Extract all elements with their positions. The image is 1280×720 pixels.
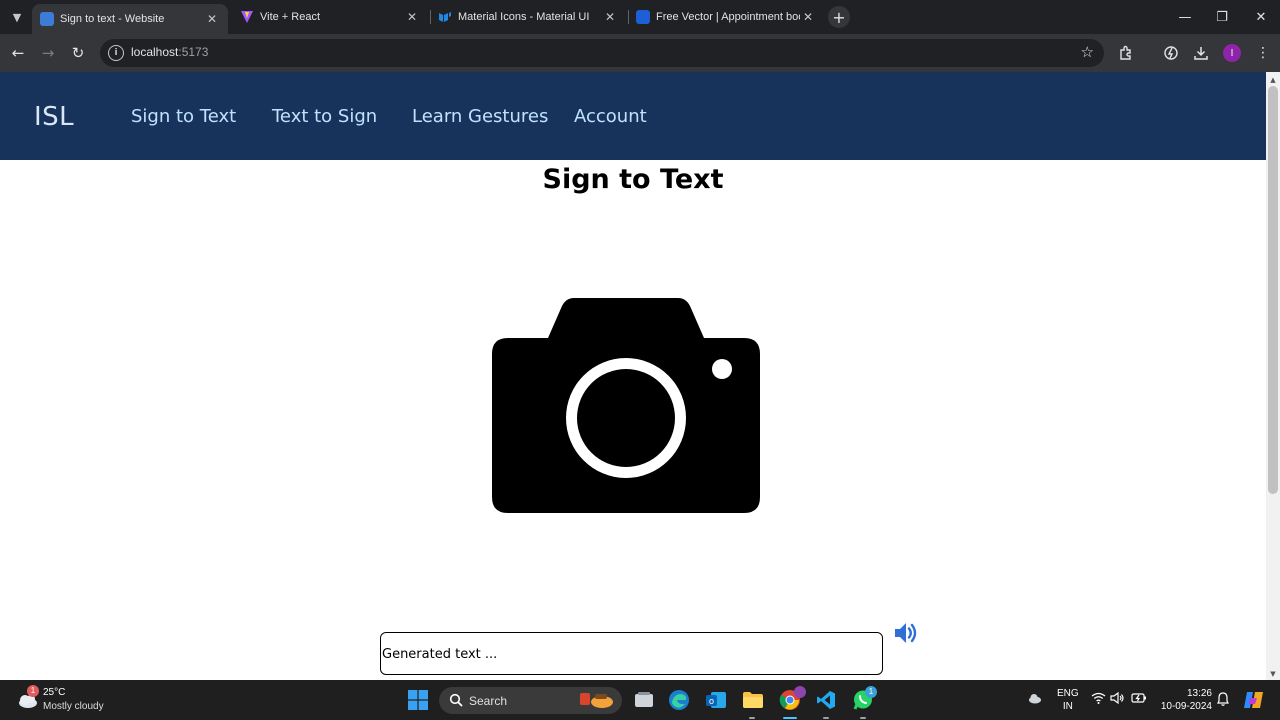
reload-icon[interactable]: ↻ — [67, 42, 89, 64]
scroll-thumb[interactable] — [1268, 86, 1278, 494]
bookmark-star-icon[interactable]: ☆ — [1081, 43, 1094, 61]
tab-title: Material Icons - Material UI — [458, 11, 590, 23]
weather-temperature[interactable]: 25°C — [43, 687, 65, 698]
clock-time: 13:26 — [1186, 688, 1212, 699]
explorer-running-indicator — [749, 717, 755, 719]
tab-title: Sign to text - Website — [60, 13, 165, 25]
app-viewport: ISL Sign to Text Text to Sign Learn Gest… — [0, 72, 1266, 680]
speaker-volume-icon[interactable] — [893, 620, 919, 646]
tab-material-icons[interactable]: Material Icons - Material UI ✕ — [430, 4, 626, 30]
chrome-running-indicator — [783, 717, 797, 719]
search-icon — [449, 693, 463, 707]
clock-date: 10-09-2024 — [1160, 701, 1212, 712]
lang-code: ENG — [1057, 688, 1079, 699]
url-text[interactable]: localhost:5173 — [131, 45, 208, 59]
tab-free-vector[interactable]: Free Vector | Appointment booking ✕ — [628, 4, 824, 30]
minimize-icon[interactable]: — — [1173, 6, 1197, 28]
browser-tab-strip: ▼ Sign to text - Website ✕ Vite + React … — [0, 0, 1280, 34]
whatsapp-running-indicator — [860, 717, 866, 719]
nav-learn-gestures[interactable]: Learn Gestures — [412, 106, 548, 127]
system-clock[interactable]: 13:26 10-09-2024 — [1158, 687, 1212, 713]
region-code: IN — [1062, 701, 1073, 712]
app-navbar: ISL Sign to Text Text to Sign Learn Gest… — [0, 72, 1266, 160]
battery-charging-icon[interactable] — [1131, 692, 1147, 707]
windows-start-icon[interactable] — [405, 687, 431, 713]
search-highlight-art-icon — [580, 693, 613, 708]
task-view-icon[interactable] — [631, 687, 657, 713]
page-title: Sign to Text — [542, 164, 724, 195]
outlook-icon[interactable]: o — [703, 687, 729, 713]
profile-avatar[interactable]: I — [1223, 44, 1241, 62]
tab-search-chevron-icon[interactable]: ▼ — [6, 6, 28, 28]
scroll-up-arrow-icon[interactable]: ▲ — [1269, 76, 1277, 84]
onedrive-cloud-icon[interactable] — [1028, 692, 1042, 707]
nav-account[interactable]: Account — [574, 106, 647, 127]
nav-sign-to-text[interactable]: Sign to Text — [131, 106, 236, 127]
tab-title: Free Vector | Appointment booking — [656, 11, 800, 23]
vscode-icon[interactable] — [813, 687, 839, 713]
performance-icon[interactable] — [1160, 42, 1182, 64]
close-icon[interactable]: ✕ — [800, 9, 816, 25]
chrome-profile-badge — [794, 686, 806, 698]
weather-badge: 1 — [27, 685, 39, 697]
browser-menu-icon[interactable]: ⋮ — [1252, 42, 1274, 64]
generated-text-field[interactable] — [380, 632, 883, 675]
back-arrow-icon[interactable]: ← — [7, 42, 29, 64]
tab-vite-react[interactable]: Vite + React ✕ — [232, 4, 428, 30]
close-icon[interactable]: ✕ — [204, 11, 220, 27]
vite-favicon-icon — [240, 10, 254, 24]
input-language[interactable]: ENG IN — [1057, 687, 1079, 713]
site-info-icon[interactable]: i — [108, 45, 124, 61]
browser-toolbar: ← → ↻ i localhost:5173 ☆ I ⋮ — [0, 34, 1280, 72]
app-logo[interactable]: ISL — [34, 102, 74, 132]
close-icon[interactable]: ✕ — [602, 9, 618, 25]
tab-sign-to-text[interactable]: Sign to text - Website ✕ — [32, 4, 228, 34]
forward-arrow-icon[interactable]: → — [37, 42, 59, 64]
file-explorer-icon[interactable] — [740, 687, 766, 713]
scroll-down-arrow-icon[interactable]: ▼ — [1269, 670, 1277, 678]
url-host: localhost — [131, 45, 179, 59]
window-close-icon[interactable]: ✕ — [1249, 6, 1273, 28]
extensions-puzzle-icon[interactable] — [1116, 42, 1138, 64]
copilot-icon[interactable] — [1241, 687, 1267, 713]
freepik-favicon-icon — [636, 10, 650, 24]
windows-taskbar: 1 25°C Mostly cloudy Search o 1 ENG IN 1… — [0, 680, 1280, 720]
search-label: Search — [469, 694, 508, 708]
close-icon[interactable]: ✕ — [404, 9, 420, 25]
notification-bell-icon[interactable] — [1217, 692, 1229, 709]
weather-description[interactable]: Mostly cloudy — [43, 701, 104, 712]
download-icon[interactable] — [1190, 42, 1212, 64]
page-scrollbar[interactable]: ▲ ▼ — [1266, 72, 1280, 680]
address-bar[interactable]: i localhost:5173 ☆ — [100, 39, 1104, 67]
tab-title: Vite + React — [260, 11, 321, 23]
whatsapp-badge: 1 — [865, 686, 877, 698]
edge-browser-icon[interactable] — [666, 687, 692, 713]
nav-text-to-sign[interactable]: Text to Sign — [272, 106, 377, 127]
volume-icon[interactable] — [1110, 691, 1125, 707]
restore-icon[interactable]: ❐ — [1210, 6, 1234, 28]
vscode-running-indicator — [823, 717, 829, 719]
website-favicon-icon — [40, 12, 54, 26]
new-tab-plus-icon[interactable]: + — [828, 6, 850, 28]
wifi-icon[interactable] — [1091, 692, 1106, 707]
camera-icon[interactable] — [492, 298, 760, 513]
taskbar-search-box[interactable]: Search — [439, 687, 622, 714]
svg-text:o: o — [709, 696, 714, 706]
url-port: :5173 — [178, 45, 209, 59]
mui-favicon-icon — [438, 10, 452, 24]
